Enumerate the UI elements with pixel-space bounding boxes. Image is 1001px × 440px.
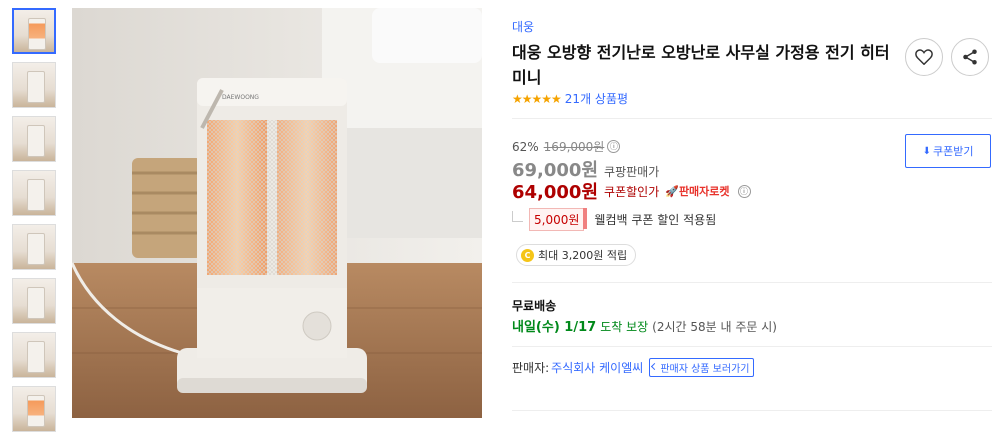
brand-link[interactable]: 대웅	[512, 18, 534, 35]
seller-row: 판매자: 주식회사 케이엘씨 판매자 상품 보러가기	[512, 358, 755, 377]
info-icon[interactable]: ⓘ	[737, 184, 751, 198]
thumbnail-4[interactable]	[12, 170, 56, 216]
thumbnail-2[interactable]	[12, 62, 56, 108]
shipping-guarantee: 도착 보장	[600, 320, 649, 334]
points-text: 최대 3,200원 적립	[538, 249, 628, 262]
seller-label: 판매자:	[512, 361, 550, 375]
divider	[512, 410, 992, 411]
coupon-download-button[interactable]: ⬇ 쿠폰받기	[905, 134, 991, 168]
cashback-text: 웰컴백 쿠폰 할인 적용됨	[594, 213, 717, 227]
review-count[interactable]: 21개 상품평	[565, 90, 628, 107]
download-icon: ⬇	[922, 145, 931, 157]
info-icon[interactable]: ⓘ	[607, 140, 621, 153]
shipping-date: 내일(수) 1/17	[512, 320, 597, 335]
thumbnail-3[interactable]	[12, 116, 56, 162]
seller-name-link[interactable]: 주식회사 케이엘씨	[551, 359, 643, 376]
coupon-price-label: 쿠폰할인가	[604, 184, 660, 199]
thumbnail-6[interactable]	[12, 278, 56, 324]
thumbnail-list	[12, 8, 60, 440]
divider	[512, 118, 992, 119]
thumbnail-5[interactable]	[12, 224, 56, 270]
corner-line	[512, 211, 523, 222]
share-button[interactable]	[951, 38, 989, 76]
shipping-row: 내일(수) 1/17 도착 보장 (2시간 58분 내 주문 시)	[512, 316, 777, 335]
rating-stars: ★★★★★	[512, 91, 562, 106]
rocket-icon: 🚀	[665, 185, 679, 198]
shipping-title: 무료배송	[512, 299, 557, 313]
share-icon	[963, 49, 977, 65]
coupon-price-row: 64,000원 쿠폰할인가 🚀판매자로켓 ⓘ	[512, 178, 751, 204]
divider	[512, 282, 992, 283]
shipping-note: (2시간 58분 내 주문 시)	[652, 320, 777, 334]
discount-rate: 62%	[512, 139, 539, 154]
heart-icon	[915, 49, 933, 65]
rating-row[interactable]: ★★★★★ 21개 상품평	[512, 90, 628, 107]
heater-brand-text: DAEWOONG	[222, 94, 259, 101]
coupon-button-label: 쿠폰받기	[932, 145, 974, 158]
product-title: 대웅 오방향 전기난로 오방난로 사무실 가정용 전기 히터 미니	[512, 43, 890, 87]
points-badge: C 최대 3,200원 적립	[516, 244, 637, 266]
cashback-amount: 5,000원	[529, 208, 588, 231]
thumbnail-8[interactable]	[12, 386, 56, 432]
divider	[512, 346, 992, 347]
thumbnail-1[interactable]	[12, 8, 56, 54]
wishlist-button[interactable]	[905, 38, 943, 76]
cashback-row: 5,000원 웰컴백 쿠폰 할인 적용됨	[512, 208, 716, 231]
seller-rocket-badge: 🚀판매자로켓	[665, 183, 729, 199]
original-price: 169,000원	[543, 140, 605, 154]
seller-products-button[interactable]: 판매자 상품 보러가기	[649, 358, 755, 377]
thumbnail-7[interactable]	[12, 332, 56, 378]
coupon-price: 64,000원	[512, 182, 599, 203]
rocket-badge-text: 판매자로켓	[678, 185, 730, 198]
original-price-row: 62% 169,000원 ⓘ	[512, 138, 621, 155]
product-info-panel: 대웅 대웅 오방향 전기난로 오방난로 사무실 가정용 전기 히터 미니 ★★★…	[512, 0, 992, 428]
coin-icon: C	[521, 248, 534, 262]
main-product-image: DAEWOONG	[72, 8, 482, 418]
